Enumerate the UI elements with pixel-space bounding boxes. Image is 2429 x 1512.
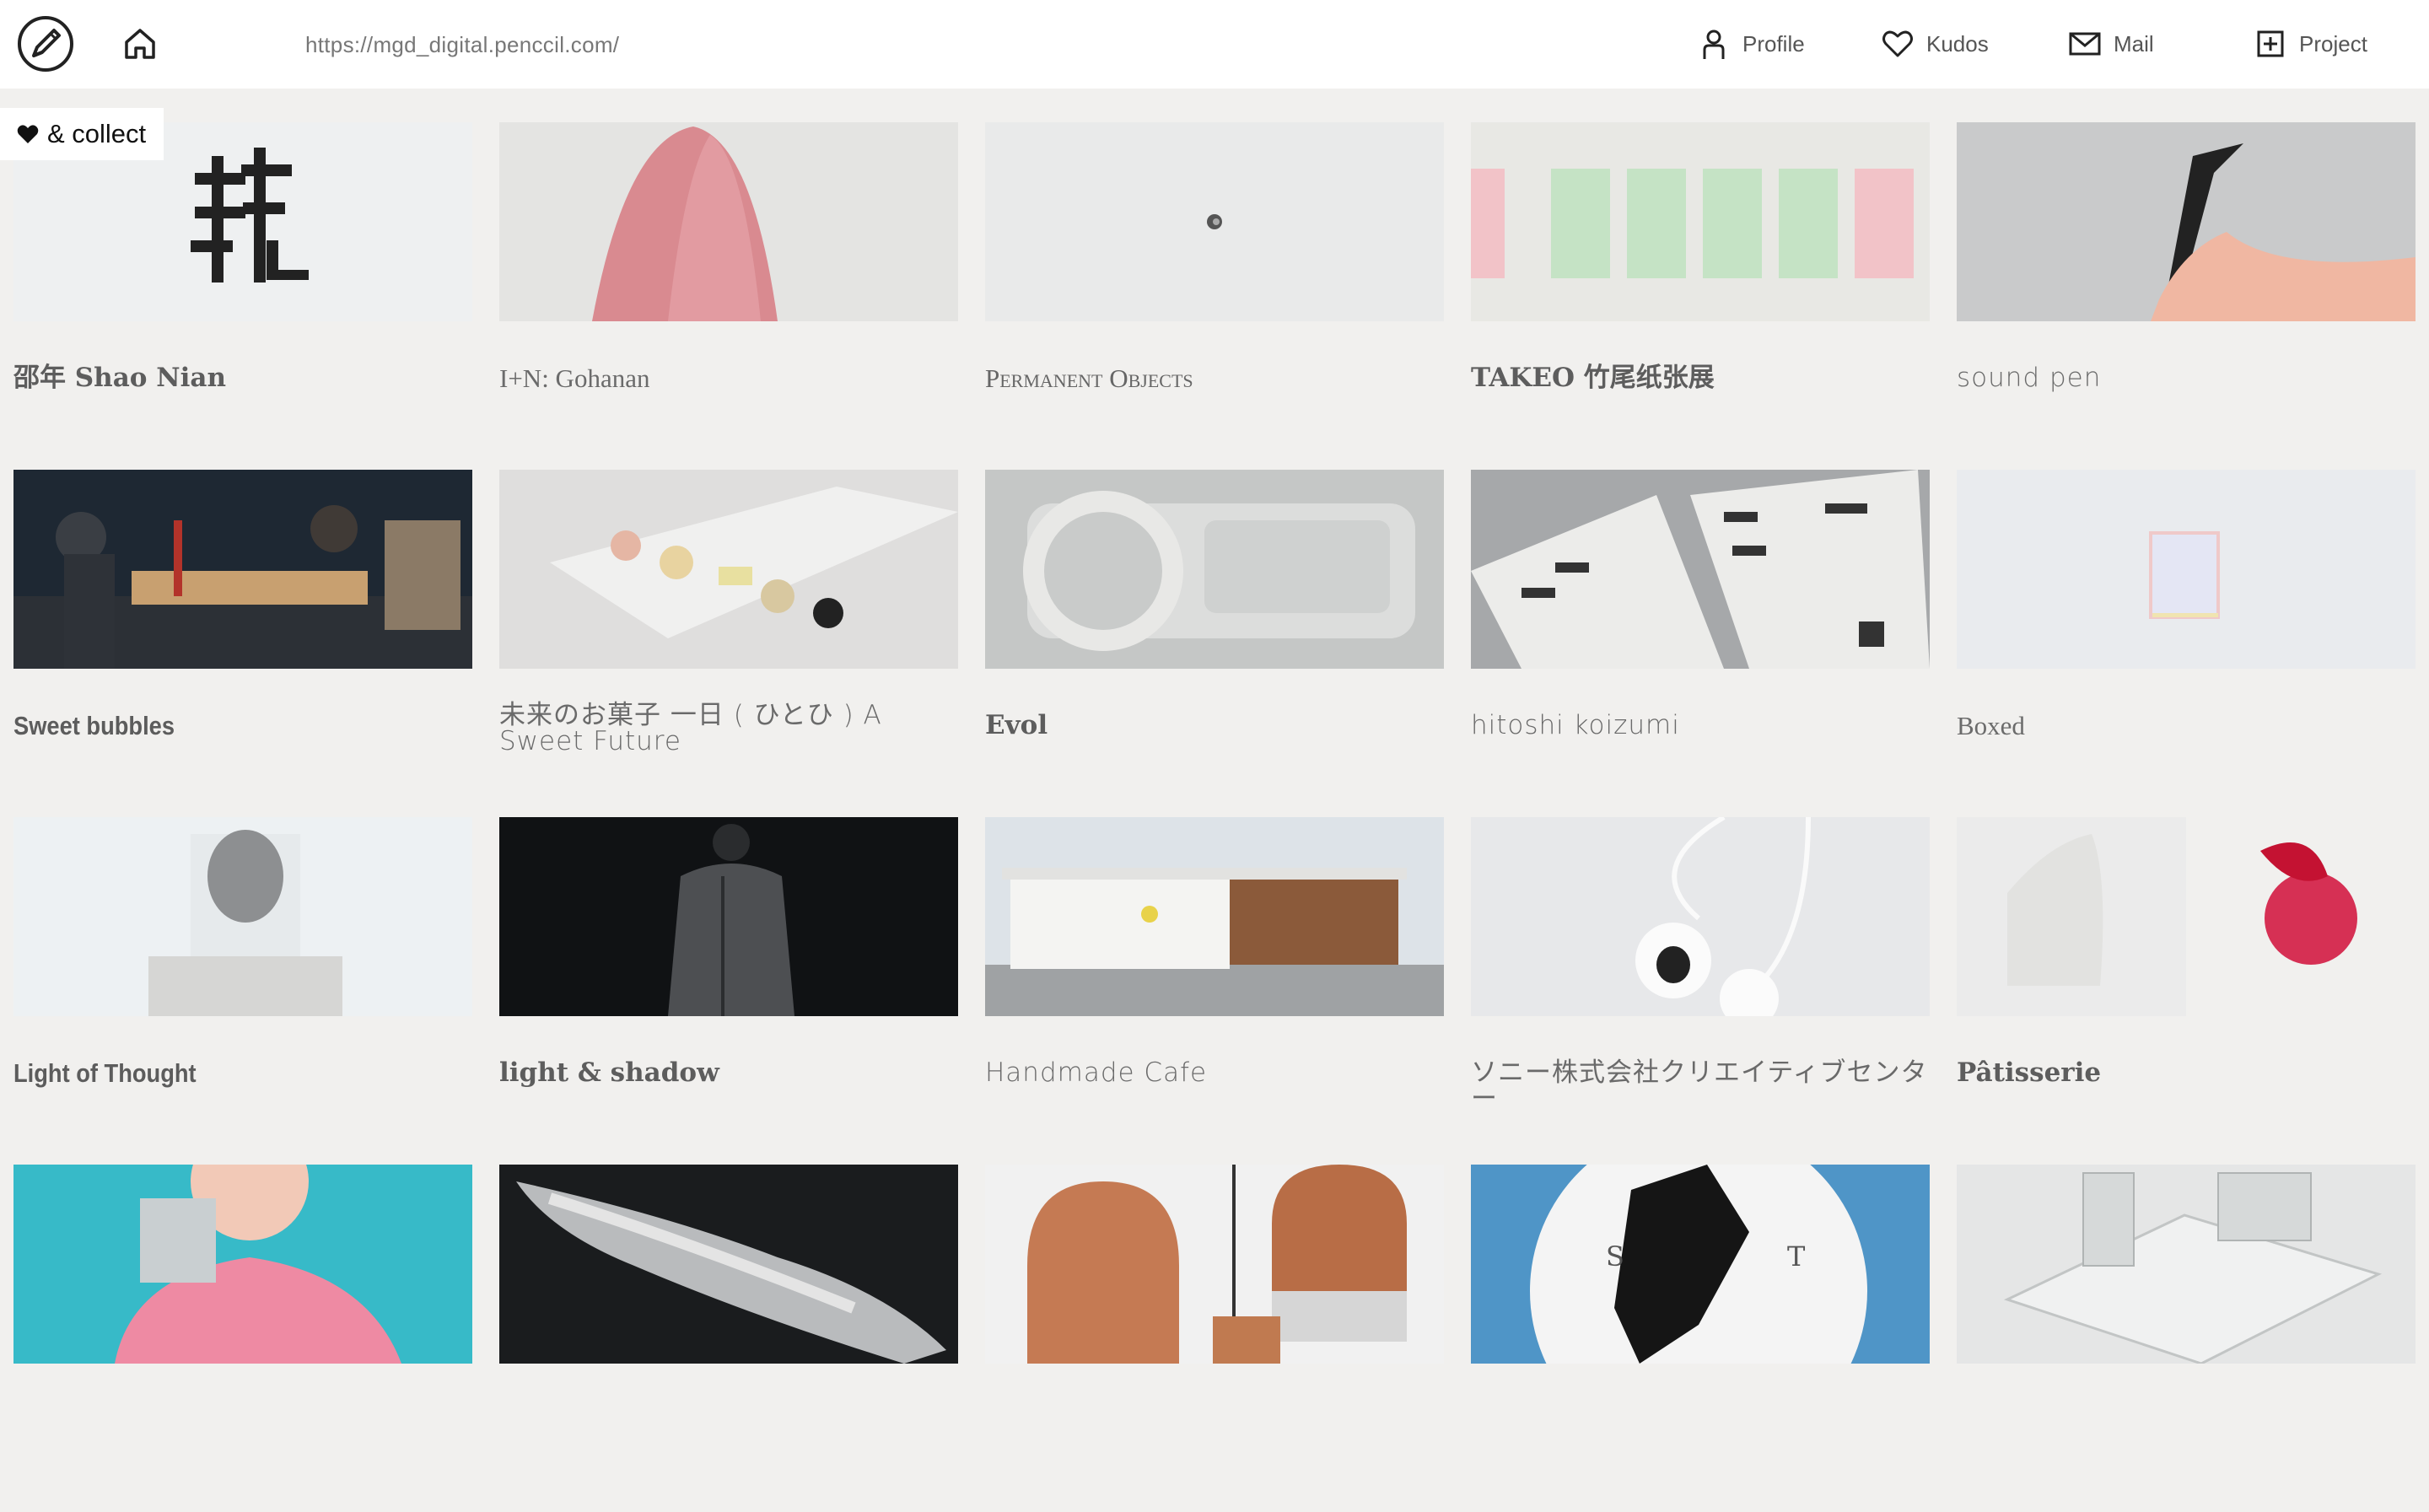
project-card[interactable]: 邵年 Shao Nian bbox=[13, 122, 472, 470]
project-card[interactable]: Handmade Cafe bbox=[985, 817, 1444, 1165]
project-thumbnail[interactable] bbox=[13, 817, 472, 1016]
project-thumbnail[interactable] bbox=[499, 470, 958, 669]
nav-kudos[interactable]: Kudos bbox=[1881, 19, 1989, 69]
project-title[interactable]: hitoshi koizumi bbox=[1471, 713, 1930, 739]
project-title[interactable]: Light of Thought bbox=[13, 1060, 417, 1086]
nav-profile-label: Profile bbox=[1742, 30, 1805, 56]
project-card[interactable]: 未来のお菓子 一日 ( ひとひ ) A Sweet Future bbox=[499, 470, 958, 817]
add-project-icon bbox=[2257, 30, 2284, 57]
project-thumbnail[interactable] bbox=[13, 1165, 472, 1364]
project-card[interactable]: TAKEO 竹尾纸张展 bbox=[1471, 122, 1930, 470]
pen-logo-icon[interactable] bbox=[17, 15, 74, 73]
svg-text:T: T bbox=[1787, 1240, 1806, 1273]
project-title[interactable]: sound pen bbox=[1957, 365, 2416, 391]
project-card[interactable] bbox=[985, 1165, 1444, 1512]
project-card[interactable]: sound pen bbox=[1957, 122, 2416, 470]
project-title[interactable]: TAKEO 竹尾纸张展 bbox=[1471, 365, 1930, 391]
project-card[interactable]: Pâtisserie bbox=[1957, 817, 2416, 1165]
project-title[interactable]: ソニー株式会社クリエイティブセンター bbox=[1471, 1060, 1930, 1112]
project-thumbnail[interactable] bbox=[985, 122, 1444, 321]
project-title[interactable]: Handmade Cafe bbox=[985, 1060, 1444, 1086]
home-icon[interactable] bbox=[121, 25, 159, 62]
project-thumbnail[interactable] bbox=[1957, 817, 2416, 1016]
project-thumbnail[interactable] bbox=[1471, 122, 1930, 321]
svg-text:S: S bbox=[1606, 1240, 1624, 1273]
project-card[interactable]: Permanent Objects bbox=[985, 122, 1444, 470]
project-card[interactable]: hitoshi koizumi bbox=[1471, 470, 1930, 817]
project-title[interactable]: 邵年 Shao Nian bbox=[13, 365, 472, 391]
project-title[interactable]: Sweet bubbles bbox=[13, 713, 417, 739]
project-thumbnail[interactable] bbox=[499, 817, 958, 1016]
nav-profile[interactable]: Profile bbox=[1697, 19, 1805, 69]
heart-filled-icon bbox=[17, 125, 39, 143]
project-title[interactable]: Pâtisserie bbox=[1957, 1060, 2416, 1086]
project-card[interactable]: Light of Thought bbox=[13, 817, 472, 1165]
nav-kudos-label: Kudos bbox=[1926, 30, 1989, 56]
project-card[interactable]: ソニー株式会社クリエイティブセンター bbox=[1471, 817, 1930, 1165]
top-bar: https://mgd_digital.penccil.com/ Profile… bbox=[0, 0, 2429, 89]
project-card[interactable]: light & shadow bbox=[499, 817, 958, 1165]
site-url[interactable]: https://mgd_digital.penccil.com/ bbox=[305, 32, 619, 58]
nav-project[interactable]: Project bbox=[2254, 19, 2367, 69]
project-card[interactable]: Sweet bubbles bbox=[13, 470, 472, 817]
project-title[interactable]: 未来のお菓子 一日 ( ひとひ ) A Sweet Future bbox=[499, 702, 958, 755]
project-card[interactable] bbox=[1957, 1165, 2416, 1512]
nav-project-label: Project bbox=[2299, 30, 2367, 56]
project-thumbnail[interactable] bbox=[1471, 470, 1930, 669]
project-title[interactable]: light & shadow bbox=[499, 1060, 958, 1086]
collect-label: & collect bbox=[47, 119, 147, 148]
project-thumbnail[interactable]: S T bbox=[1471, 1165, 1930, 1364]
project-title[interactable]: I+N: Gohanan bbox=[499, 365, 958, 391]
heart-icon bbox=[1882, 30, 1913, 57]
project-thumbnail[interactable] bbox=[13, 470, 472, 669]
nav-mail[interactable]: Mail bbox=[2068, 19, 2154, 69]
person-icon bbox=[1703, 30, 1725, 59]
project-thumbnail[interactable] bbox=[985, 470, 1444, 669]
project-card[interactable]: S T bbox=[1471, 1165, 1930, 1512]
project-card[interactable] bbox=[499, 1165, 958, 1512]
project-thumbnail[interactable] bbox=[1471, 817, 1930, 1016]
project-card[interactable]: Boxed bbox=[1957, 470, 2416, 817]
project-thumbnail[interactable] bbox=[985, 1165, 1444, 1364]
nav-mail-label: Mail bbox=[2114, 30, 2154, 56]
project-thumbnail[interactable] bbox=[1957, 1165, 2416, 1364]
project-thumbnail[interactable] bbox=[985, 817, 1444, 1016]
mail-icon bbox=[2069, 32, 2101, 56]
project-title[interactable]: Permanent Objects bbox=[985, 365, 1444, 391]
project-thumbnail[interactable] bbox=[1957, 122, 2416, 321]
project-grid: 邵年 Shao Nian I+N: Gohanan Permanent Obje… bbox=[13, 122, 2416, 1512]
project-title[interactable]: Evol bbox=[985, 713, 1444, 739]
project-title[interactable]: Boxed bbox=[1957, 713, 2416, 739]
project-card[interactable]: Evol bbox=[985, 470, 1444, 817]
project-thumbnail[interactable] bbox=[499, 1165, 958, 1364]
project-card[interactable]: I+N: Gohanan bbox=[499, 122, 958, 470]
project-card[interactable] bbox=[13, 1165, 472, 1512]
collect-button[interactable]: & collect bbox=[0, 108, 164, 160]
project-thumbnail[interactable] bbox=[1957, 470, 2416, 669]
project-thumbnail[interactable] bbox=[499, 122, 958, 321]
